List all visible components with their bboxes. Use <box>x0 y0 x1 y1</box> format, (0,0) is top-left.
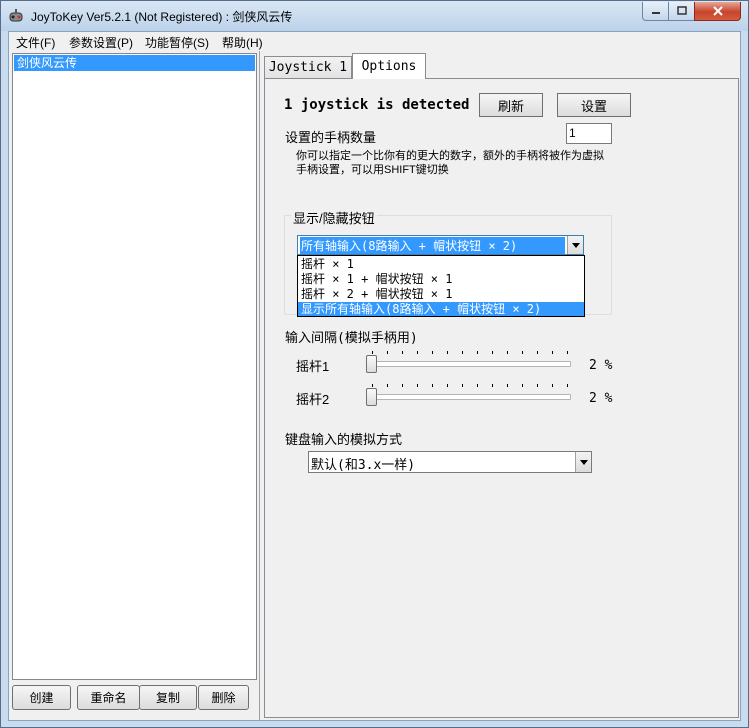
title-bar[interactable]: JoyToKey Ver5.2.1 (Not Registered) : 剑侠风… <box>1 1 748 31</box>
tab-options[interactable]: Options <box>352 53 426 79</box>
minimize-button[interactable] <box>642 2 669 21</box>
refresh-button[interactable]: 刷新 <box>479 93 543 117</box>
copy-button[interactable]: 复制 <box>139 685 197 710</box>
config-list[interactable]: 剑侠风云传 <box>12 53 257 680</box>
keyboard-mode-combo[interactable]: 默认(和3.x一样) <box>308 451 592 473</box>
delete-button[interactable]: 删除 <box>198 685 249 710</box>
show-hide-group-label: 显示/隐藏按钮 <box>291 208 377 227</box>
app-window: JoyToKey Ver5.2.1 (Not Registered) : 剑侠风… <box>0 0 749 728</box>
stick1-label: 摇杆1 <box>296 359 330 374</box>
input-interval-label: 输入间隔(模拟手柄用) <box>285 331 418 346</box>
menu-pause[interactable]: 功能暂停(S) <box>145 34 209 51</box>
dropdown-option[interactable]: 摇杆 × 2 + 帽状按钮 × 1 <box>298 287 452 302</box>
main-panel: Joystick 1 Options 1 joystick is detecte… <box>261 51 740 720</box>
config-panel: 剑侠风云传 创建 重命名 复制 删除 <box>9 51 260 720</box>
tab-joystick-1[interactable]: Joystick 1 <box>264 56 352 78</box>
close-button[interactable] <box>694 2 741 21</box>
create-button[interactable]: 创建 <box>12 685 71 710</box>
joystick-count-input[interactable]: 1 <box>566 123 612 144</box>
stick2-value: 2 % <box>589 391 613 406</box>
keyboard-mode-value: 默认(和3.x一样) <box>311 458 416 473</box>
stick1-value: 2 % <box>589 358 613 373</box>
joytokey-app-icon <box>9 9 23 22</box>
dropdown-arrow-icon[interactable] <box>575 452 591 472</box>
client-area: 文件(F) 参数设置(P) 功能暂停(S) 帮助(H) 剑侠风云传 创建 重命名… <box>8 31 741 721</box>
joystick-detected-text: 1 joystick is detected <box>284 97 470 113</box>
stick1-slider-track <box>366 361 571 367</box>
minimize-icon <box>651 12 660 14</box>
rename-button[interactable]: 重命名 <box>77 685 140 710</box>
hint-text-line1: 你可以指定一个比你有的更大的数字，额外的手柄将被作为虚拟 <box>296 150 604 162</box>
stick1-slider-thumb[interactable] <box>366 355 377 373</box>
options-panel: 1 joystick is detected 刷新 设置 设置的手柄数量 1 你… <box>264 78 739 718</box>
dropdown-arrow-icon[interactable] <box>567 236 583 254</box>
menu-file[interactable]: 文件(F) <box>16 34 55 51</box>
menu-bar: 文件(F) 参数设置(P) 功能暂停(S) 帮助(H) <box>9 32 740 51</box>
dropdown-option[interactable]: 摇杆 × 1 + 帽状按钮 × 1 <box>298 272 452 287</box>
stick2-slider-track <box>366 394 571 400</box>
menu-help[interactable]: 帮助(H) <box>222 34 263 51</box>
settings-button[interactable]: 设置 <box>557 93 631 117</box>
config-list-item[interactable]: 剑侠风云传 <box>14 55 255 71</box>
stick2-label: 摇杆2 <box>296 392 330 407</box>
maximize-icon <box>676 6 687 15</box>
window-title: JoyToKey Ver5.2.1 (Not Registered) : 剑侠风… <box>31 10 293 24</box>
show-hide-combo[interactable]: 所有轴输入(8路输入 + 帽状按钮 × 2) <box>297 235 584 255</box>
stick2-slider-thumb[interactable] <box>366 388 377 406</box>
maximize-button[interactable] <box>668 2 695 21</box>
keyboard-mode-label: 键盘输入的模拟方式 <box>285 433 403 448</box>
show-hide-dropdown-list: 摇杆 × 1 摇杆 × 1 + 帽状按钮 × 1 摇杆 × 2 + 帽状按钮 ×… <box>297 255 585 317</box>
close-icon <box>712 6 723 16</box>
hint-text-line2: 手柄设置，可以用SHIFT键切换 <box>296 164 449 176</box>
show-hide-combo-value: 所有轴输入(8路输入 + 帽状按钮 × 2) <box>300 237 565 254</box>
menu-settings[interactable]: 参数设置(P) <box>69 34 133 51</box>
joystick-count-label: 设置的手柄数量 <box>285 130 377 145</box>
dropdown-option-highlighted[interactable]: 显示所有轴输入(8路输入 + 帽状按钮 × 2) <box>298 302 584 316</box>
dropdown-option[interactable]: 摇杆 × 1 <box>298 257 354 272</box>
